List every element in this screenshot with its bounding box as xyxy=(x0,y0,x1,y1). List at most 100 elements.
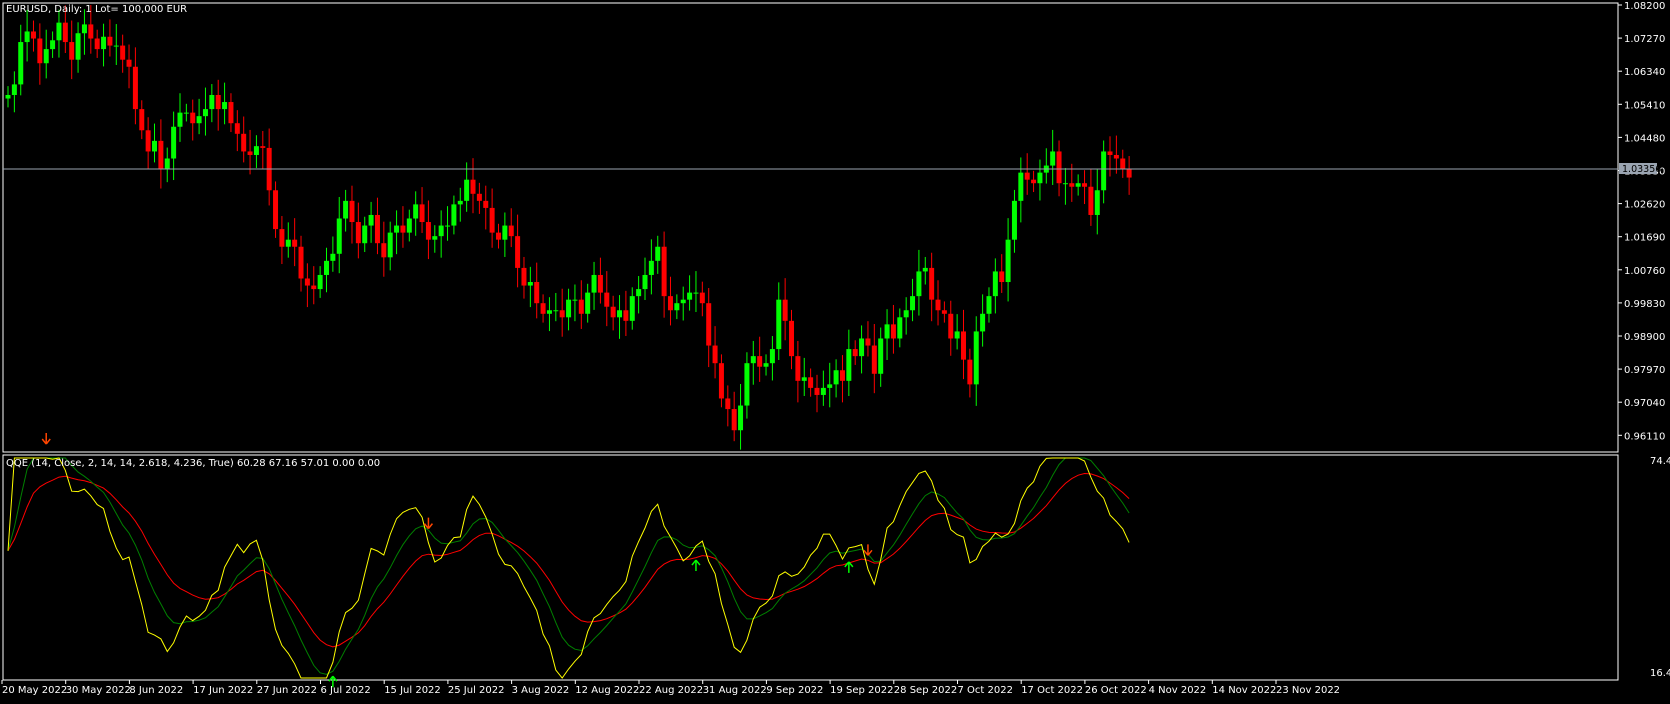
time-tick-label: 9 Sep 2022 xyxy=(766,685,823,696)
candle-body xyxy=(145,130,151,152)
arrow-down-icon xyxy=(423,517,434,530)
candle-body xyxy=(18,42,24,85)
chart-window[interactable]: EURUSD, Daily: 1 Lot= 100,000 EUR QQE (1… xyxy=(0,0,1670,700)
candle-body xyxy=(515,236,521,268)
candle-body xyxy=(789,320,795,357)
candle-body xyxy=(871,345,877,374)
candle-body xyxy=(699,292,705,304)
candle-body xyxy=(540,303,546,314)
candle-body xyxy=(215,94,221,110)
candle-body xyxy=(374,214,380,244)
candle-body xyxy=(801,377,807,381)
candle-body xyxy=(980,313,986,332)
price-tick-label: 0.97970 xyxy=(1624,365,1665,376)
candle-body xyxy=(585,292,591,314)
time-tick-label: 14 Nov 2022 xyxy=(1212,685,1276,696)
candle-body xyxy=(852,349,858,357)
candle-body xyxy=(1062,183,1068,185)
candle-body xyxy=(43,49,49,64)
candle-body xyxy=(349,200,355,223)
candle-body xyxy=(706,303,712,346)
candle-body xyxy=(1024,172,1030,180)
candle-body xyxy=(330,253,336,261)
candle-body xyxy=(546,310,552,314)
candle-body xyxy=(1120,158,1126,170)
candle-body xyxy=(387,232,393,258)
candle-body xyxy=(750,356,756,364)
candle-body xyxy=(476,193,482,201)
price-tick-label: 0.96110 xyxy=(1624,431,1665,442)
candle-body xyxy=(833,370,839,385)
time-tick-label: 7 Oct 2022 xyxy=(958,685,1013,696)
candle-body xyxy=(910,296,916,311)
candle-body xyxy=(1094,190,1100,215)
candle-body xyxy=(954,331,960,339)
candle-body xyxy=(553,310,559,312)
candle-body xyxy=(336,218,342,254)
chart-canvas[interactable]: EURUSD, Daily: 1 Lot= 100,000 EUR QQE (1… xyxy=(0,0,1670,700)
time-tick-label: 6 Jul 2022 xyxy=(321,685,371,696)
candle-body xyxy=(120,45,126,60)
candle-body xyxy=(903,310,909,318)
candle-body xyxy=(413,204,419,219)
candle-body xyxy=(62,22,68,43)
candle-body xyxy=(241,133,247,152)
candle-body xyxy=(400,225,406,233)
candle-body xyxy=(604,292,610,307)
candle-body xyxy=(464,179,470,201)
candle-body xyxy=(343,200,349,219)
candle-body xyxy=(368,214,374,226)
time-tick-label: 15 Jul 2022 xyxy=(384,685,441,696)
candle-body xyxy=(1069,183,1075,187)
candle-body xyxy=(890,324,896,339)
candle-body xyxy=(578,299,584,314)
candle-body xyxy=(324,260,329,275)
candle-body xyxy=(202,109,208,117)
candle-body xyxy=(591,274,597,293)
indicator-axis-bottom: 16.48 xyxy=(1650,668,1670,679)
candle-body xyxy=(922,267,928,272)
candle-body xyxy=(636,289,642,297)
candle-body xyxy=(1018,172,1024,201)
candle-body xyxy=(394,225,400,233)
arrow-down-icon xyxy=(41,433,51,445)
candle-body xyxy=(769,349,775,364)
time-tick-label: 23 Nov 2022 xyxy=(1276,685,1340,696)
candle-body xyxy=(961,331,966,360)
candle-body xyxy=(642,274,648,290)
candle-body xyxy=(814,387,820,395)
candle-body xyxy=(234,123,240,134)
candle-body xyxy=(667,296,673,311)
time-tick-label: 17 Jun 2022 xyxy=(193,685,253,696)
candle-body xyxy=(935,299,941,311)
candle-body xyxy=(967,359,973,385)
candles-layer xyxy=(5,5,1132,450)
candle-body xyxy=(808,377,814,388)
candle-body xyxy=(107,36,113,46)
candle-body xyxy=(1126,169,1132,178)
candle-body xyxy=(629,296,635,321)
time-tick-label: 26 Oct 2022 xyxy=(1085,685,1147,696)
candle-body xyxy=(527,282,533,286)
candle-body xyxy=(718,363,724,399)
candle-body xyxy=(757,356,763,367)
candle-body xyxy=(5,94,11,99)
price-tick-label: 0.98900 xyxy=(1624,332,1665,343)
candle-body xyxy=(929,267,935,300)
indicator-axis-top: 74.46 xyxy=(1650,456,1670,467)
candle-body xyxy=(152,140,158,152)
candle-body xyxy=(451,204,457,226)
qqe-slow-line xyxy=(7,472,1130,648)
candle-body xyxy=(1050,151,1056,166)
current-price-label: 1.03356 xyxy=(1622,164,1661,175)
candle-body xyxy=(999,271,1005,283)
candle-body xyxy=(50,40,56,50)
time-tick-label: 8 Jun 2022 xyxy=(129,685,183,696)
time-axis: 20 May 202230 May 20228 Jun 2022 17 Jun 2… xyxy=(1,680,1340,696)
candle-body xyxy=(884,324,890,339)
candle-body xyxy=(948,313,954,339)
candle-body xyxy=(776,299,782,350)
candle-body xyxy=(209,94,215,110)
candle-body xyxy=(846,349,852,381)
candle-body xyxy=(534,282,540,304)
